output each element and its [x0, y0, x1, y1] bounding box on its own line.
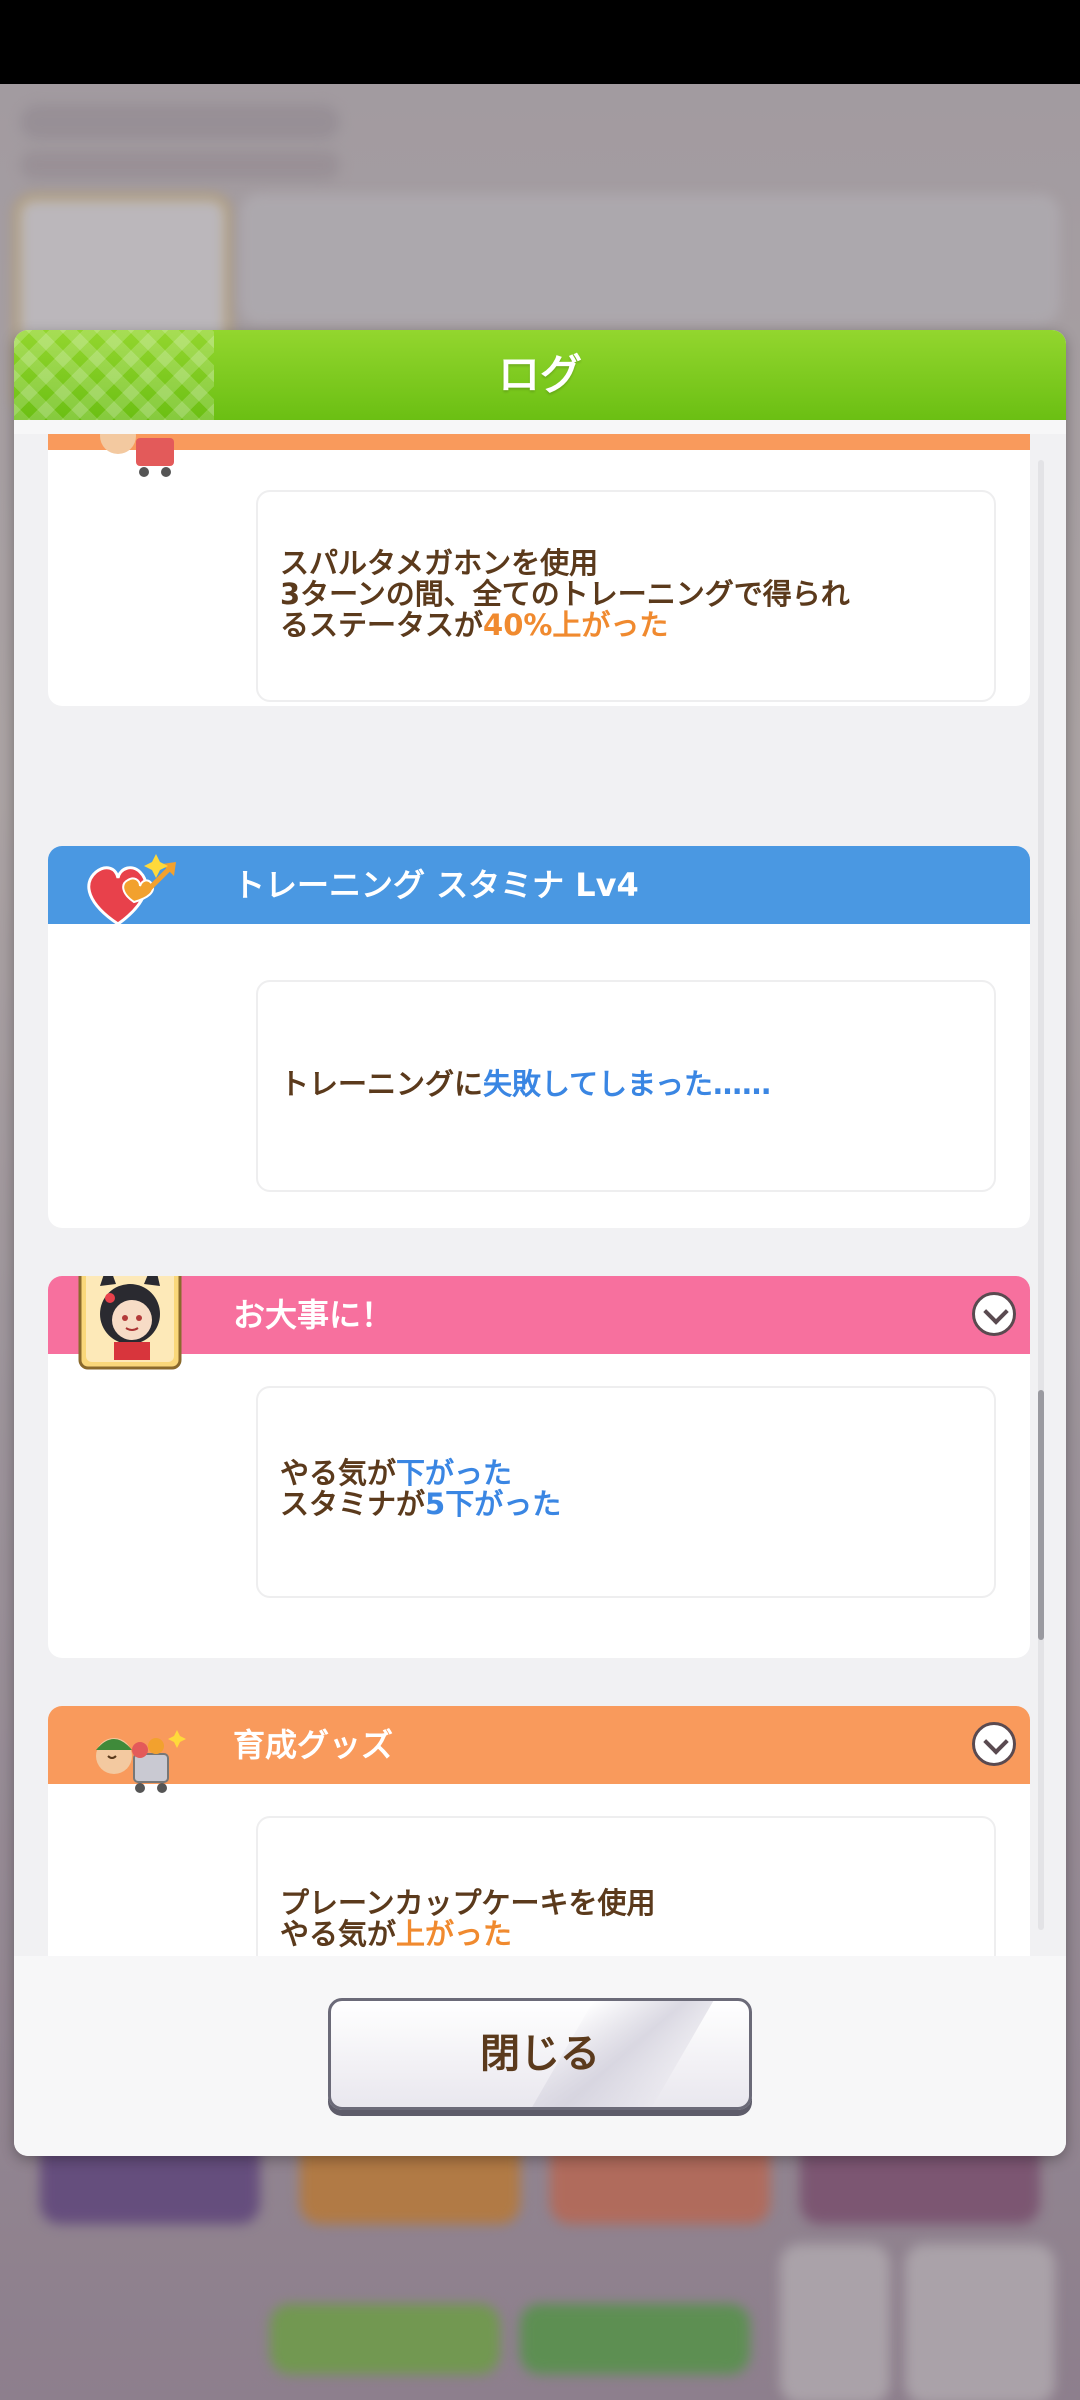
log-entry-message: トレーニングに失敗してしまった…… — [256, 980, 996, 1192]
message-line: スパルタメガホンを使用 — [280, 546, 599, 580]
expand-chevron-icon[interactable] — [972, 1292, 1016, 1336]
log-entry-title: トレーニング スタミナ Lv4 — [233, 866, 639, 904]
message-line: やる気が下がった — [280, 1456, 513, 1490]
message-line: スタミナが5下がった — [280, 1487, 562, 1521]
scrollbar-track[interactable] — [1038, 460, 1044, 1930]
log-entry-header — [48, 434, 1030, 477]
log-entry-title: 育成グッズ — [233, 1726, 394, 1764]
log-entry-message: やる気が下がった スタミナが5下がった — [256, 1386, 996, 1598]
message-line: やる気が上がった — [280, 1917, 513, 1951]
log-entry: トレーニング スタミナ Lv4 トレーニングに失敗してしまった…… — [48, 846, 1030, 1228]
message-line: 3ターンの間、全てのトレーニングで得られ — [280, 577, 850, 611]
modal-header: ログ — [14, 330, 1066, 420]
log-entry-header: トレーニング スタミナ Lv4 — [48, 846, 1030, 926]
character-portrait-icon — [78, 1276, 182, 1370]
log-entry-message: プレーンカップケーキを使用 やる気が上がった — [256, 1816, 996, 1956]
log-entry-header: 育成グッズ — [48, 1706, 1030, 1793]
log-modal: ログ スパルタメガホンを使用 3ターンの間、全てのトレーニングで得られ るステー… — [14, 330, 1066, 2156]
close-button[interactable]: 閉じる — [328, 1998, 752, 2110]
scrollbar-thumb[interactable] — [1038, 1390, 1044, 1640]
message-line: プレーンカップケーキを使用 — [280, 1886, 656, 1920]
log-entry: スパルタメガホンを使用 3ターンの間、全てのトレーニングで得られ るステータスが… — [48, 434, 1030, 706]
log-entry-title: お大事に！ — [233, 1296, 394, 1334]
log-entry: お大事に！ やる気が下がった スタミナが5下がった — [48, 1276, 1030, 1658]
shopping-goods-icon — [100, 434, 174, 477]
modal-title: ログ — [497, 350, 582, 399]
heart-stamina-icon — [87, 854, 176, 926]
log-entry: 育成グッズ プレーンカップケーキを使用 やる気が上がった — [48, 1706, 1030, 1956]
log-entry-message: スパルタメガホンを使用 3ターンの間、全てのトレーニングで得られ るステータスが… — [256, 490, 996, 702]
log-scroll-area[interactable]: スパルタメガホンを使用 3ターンの間、全てのトレーニングで得られ るステータスが… — [14, 434, 1066, 1956]
log-entry-header: お大事に！ — [48, 1276, 1030, 1370]
shopping-goods-icon — [96, 1730, 186, 1793]
message-line: トレーニングに失敗してしまった…… — [280, 1067, 771, 1101]
message-line: るステータスが40%上がった — [280, 608, 669, 642]
close-button-label: 閉じる — [480, 2031, 600, 2077]
expand-chevron-icon[interactable] — [972, 1722, 1016, 1766]
